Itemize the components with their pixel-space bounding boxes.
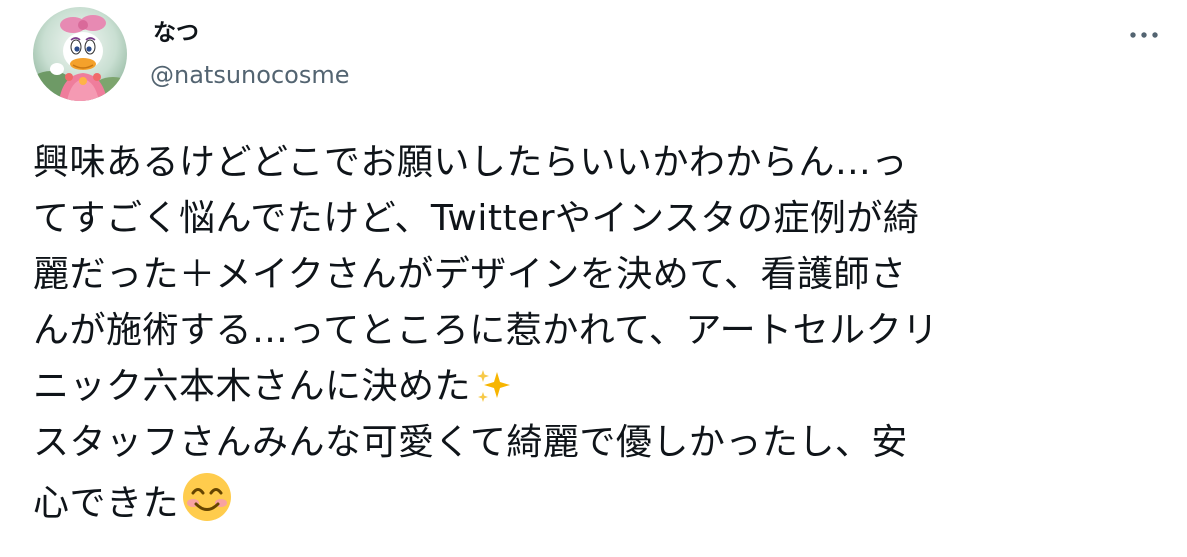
sparkles-emoji-icon — [473, 366, 513, 406]
tweet-line: 心できた — [33, 471, 1163, 527]
tweet-line: んが施術する…ってところに惹かれて、アートセルクリ — [33, 310, 939, 351]
tweet-line: てすごく悩んでたけど、Twitterやインスタの症例が綺 — [33, 198, 920, 239]
more-horizontal-icon — [1130, 32, 1158, 38]
tweet-card: なつ @natsunocosme 興味あるけどどこでお願いしたらいいかわからん…… — [0, 0, 1187, 557]
more-options-button[interactable] — [1124, 20, 1164, 50]
avatar[interactable] — [33, 7, 127, 101]
tweet-text: 興味あるけどどこでお願いしたらいいかわからん…っ てすごく悩んでたけど、Twit… — [33, 135, 1163, 527]
tweet-line: 興味あるけどどこでお願いしたらいいかわからん…っ — [33, 142, 908, 183]
user-handle[interactable]: @natsunocosme — [150, 61, 349, 89]
tweet-line: ニック六本木さんに決めた — [33, 359, 1163, 415]
display-name[interactable]: なつ — [153, 19, 199, 47]
smiling-face-emoji-icon — [181, 471, 233, 523]
tweet-line: 麗だった＋メイクさんがデザインを決めて、看護師さ — [33, 254, 907, 295]
tweet-line: スタッフさんみんな可愛くて綺麗で優しかったし、安 — [33, 422, 908, 463]
daisy-duck-avatar-icon — [33, 7, 127, 101]
